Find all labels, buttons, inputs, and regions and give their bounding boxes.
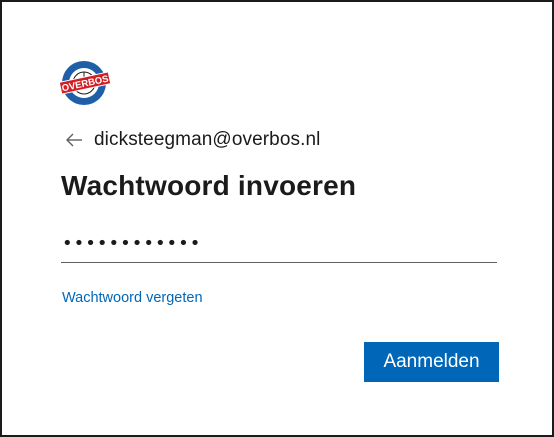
- password-field-container: [61, 226, 498, 263]
- overbos-logo: OVERBOS: [58, 57, 112, 109]
- account-email: dicksteegman@overbos.nl: [94, 129, 321, 150]
- password-field[interactable]: [61, 226, 498, 260]
- arrow-left-icon[interactable]: [64, 130, 84, 150]
- signin-dialog: OVERBOS dicksteegman@overbos.nl Wachtwoo…: [0, 0, 554, 437]
- forgot-password-link[interactable]: Wachtwoord vergeten: [62, 290, 203, 306]
- page-title: Wachtwoord invoeren: [61, 170, 357, 201]
- account-identity: dicksteegman@overbos.nl: [64, 128, 320, 152]
- signin-button[interactable]: Aanmelden: [364, 342, 499, 382]
